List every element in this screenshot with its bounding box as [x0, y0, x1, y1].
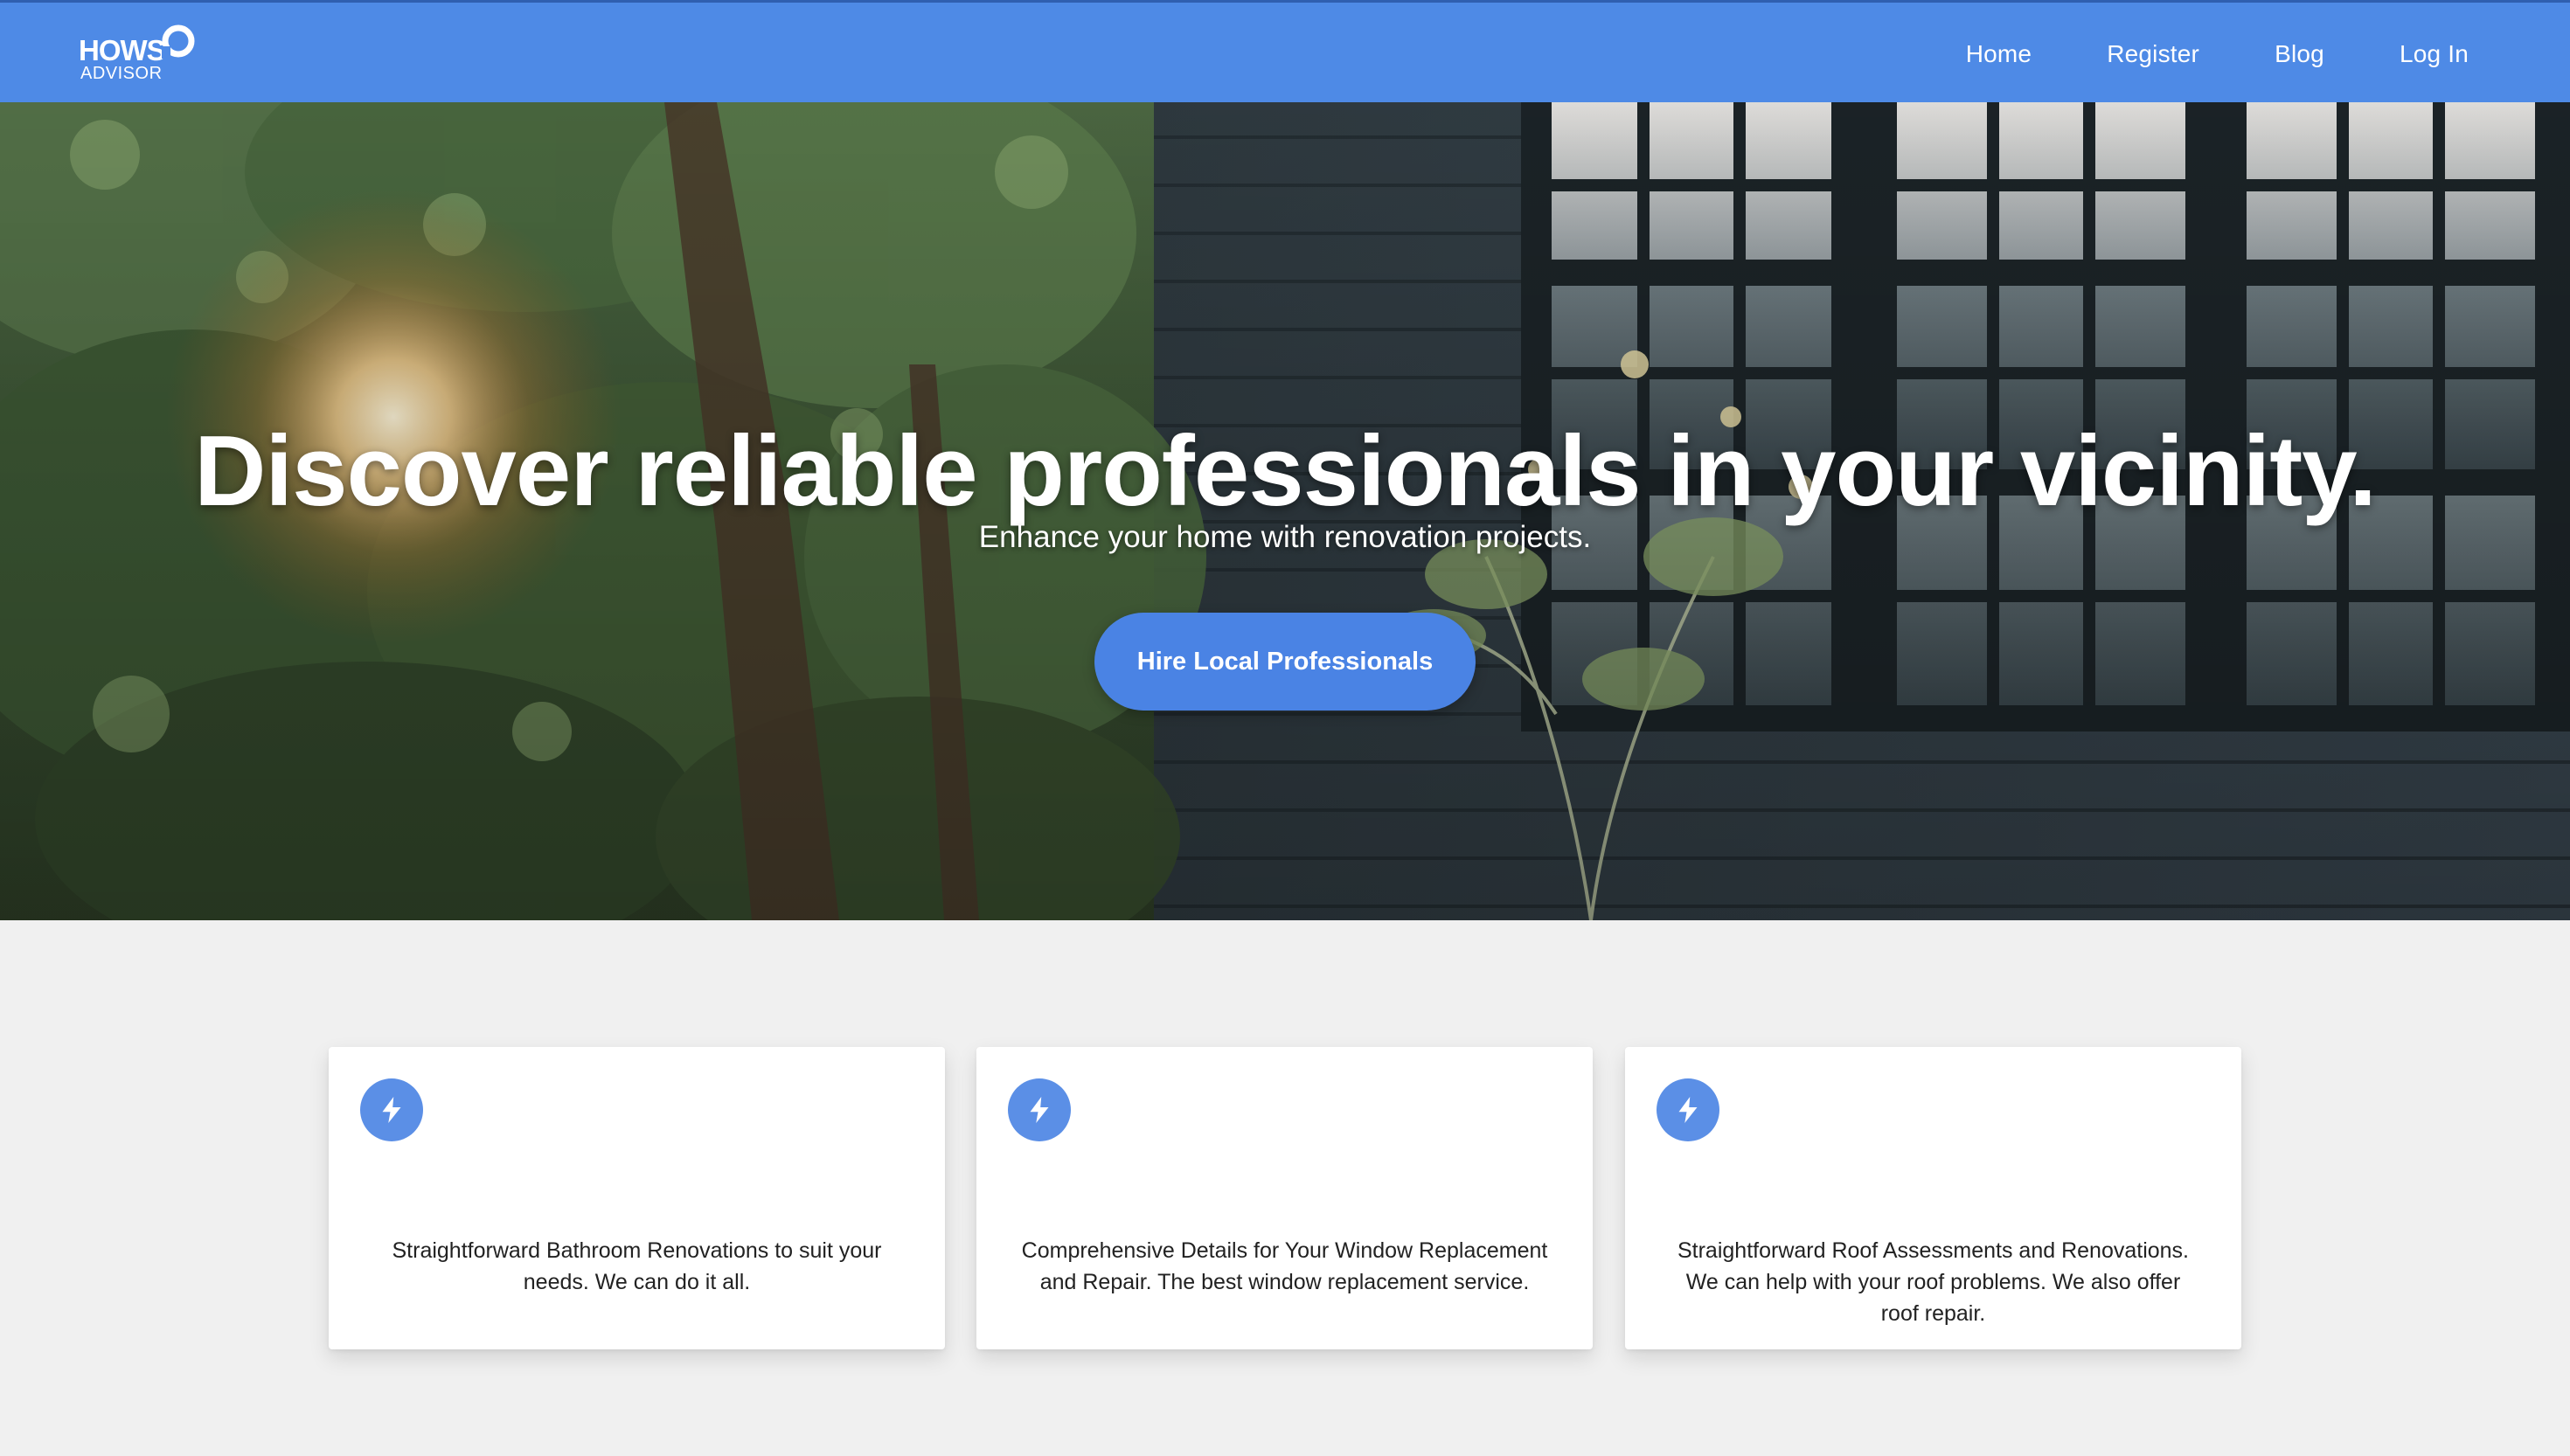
- nav-register-link[interactable]: Register: [2107, 40, 2199, 68]
- hero-subtitle: Enhance your home with renovation projec…: [978, 520, 1592, 554]
- nav-login-link[interactable]: Log In: [2400, 40, 2469, 68]
- logo-wordmark: HOWS: [79, 34, 166, 66]
- feature-card-bathroom: Straightforward Bathroom Renovations to …: [329, 1047, 945, 1349]
- hero-title: Discover reliable professionals in your …: [194, 416, 2377, 528]
- lightning-bolt-icon: [1657, 1078, 1719, 1141]
- nav-blog-link[interactable]: Blog: [2275, 40, 2324, 68]
- logo-house-mark-icon: [162, 24, 195, 59]
- hero-section: Discover reliable professionals in your …: [0, 102, 2570, 920]
- feature-card-window: Comprehensive Details for Your Window Re…: [976, 1047, 1593, 1349]
- feature-card-roof: Straightforward Roof Assessments and Ren…: [1625, 1047, 2241, 1349]
- hows-advisor-logo[interactable]: HOWS ADVISOR: [79, 24, 210, 85]
- nav-home-link[interactable]: Home: [1966, 40, 2032, 68]
- hire-local-professionals-button[interactable]: Hire Local Professionals: [1094, 613, 1476, 711]
- feature-card-text: Straightforward Bathroom Renovations to …: [392, 1238, 882, 1294]
- main-nav: Home Register Blog Log In: [1966, 3, 2469, 105]
- feature-card-text: Comprehensive Details for Your Window Re…: [1021, 1238, 1548, 1294]
- top-navbar: HOWS ADVISOR Home Register Blog Log In: [0, 0, 2570, 102]
- logo-subtitle: ADVISOR: [80, 64, 163, 83]
- feature-card-text: Straightforward Roof Assessments and Ren…: [1677, 1238, 2190, 1326]
- lightning-bolt-icon: [360, 1078, 423, 1141]
- lightning-bolt-icon: [1008, 1078, 1071, 1141]
- features-section: Straightforward Bathroom Renovations to …: [329, 1047, 2241, 1349]
